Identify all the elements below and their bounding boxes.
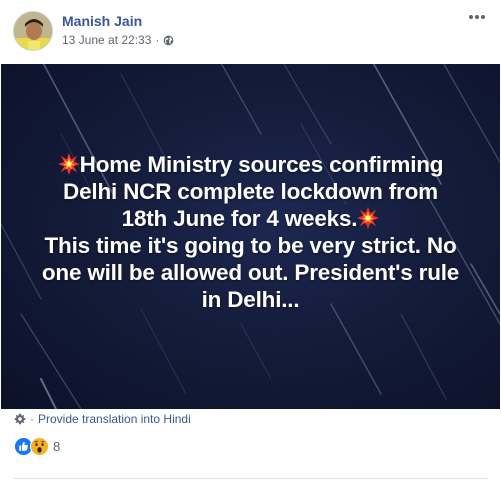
post-divider (14, 478, 488, 479)
image-text-line-2: Delhi NCR complete lockdown from (63, 179, 438, 204)
reaction-count[interactable]: 8 (53, 439, 60, 454)
collision-emoji-icon (357, 207, 380, 229)
more-horizontal-icon[interactable] (467, 10, 487, 24)
wow-icon[interactable] (30, 437, 49, 456)
image-line-1: Home Ministry sources confirming (1, 152, 500, 178)
meta-separator: · (155, 33, 160, 47)
collision-emoji-icon (57, 153, 80, 175)
post-header: Manish Jain 13 June at 22:33 · (0, 0, 501, 62)
author-name[interactable]: Manish Jain (62, 13, 142, 29)
gear-icon[interactable] (14, 413, 26, 425)
reactions-bar[interactable]: 8 (14, 437, 60, 456)
post-image[interactable]: Home Ministry sources confirming Delhi N… (1, 64, 500, 409)
avatar[interactable] (13, 11, 53, 51)
image-text-line-6: in Delhi... (201, 287, 300, 312)
image-text-line-5: one will be allowed out. President's rul… (41, 260, 460, 285)
image-text-line-3: 18th June for 4 weeks. (121, 206, 358, 231)
image-text-line-4: This time it's going to be very strict. … (44, 233, 457, 258)
image-text-line-1: Home Ministry sources confirming (79, 152, 444, 177)
translate-link[interactable]: Provide translation into Hindi (38, 412, 191, 426)
image-text: Home Ministry sources confirming Delhi N… (1, 64, 500, 409)
globe-icon[interactable] (163, 35, 174, 46)
post-timestamp[interactable]: 13 June at 22:33 (62, 33, 151, 47)
image-line-3: 18th June for 4 weeks. (1, 206, 500, 232)
translation-separator: · (30, 412, 34, 426)
translation-row: · Provide translation into Hindi (14, 412, 191, 426)
post-meta: 13 June at 22:33 · (62, 33, 174, 47)
